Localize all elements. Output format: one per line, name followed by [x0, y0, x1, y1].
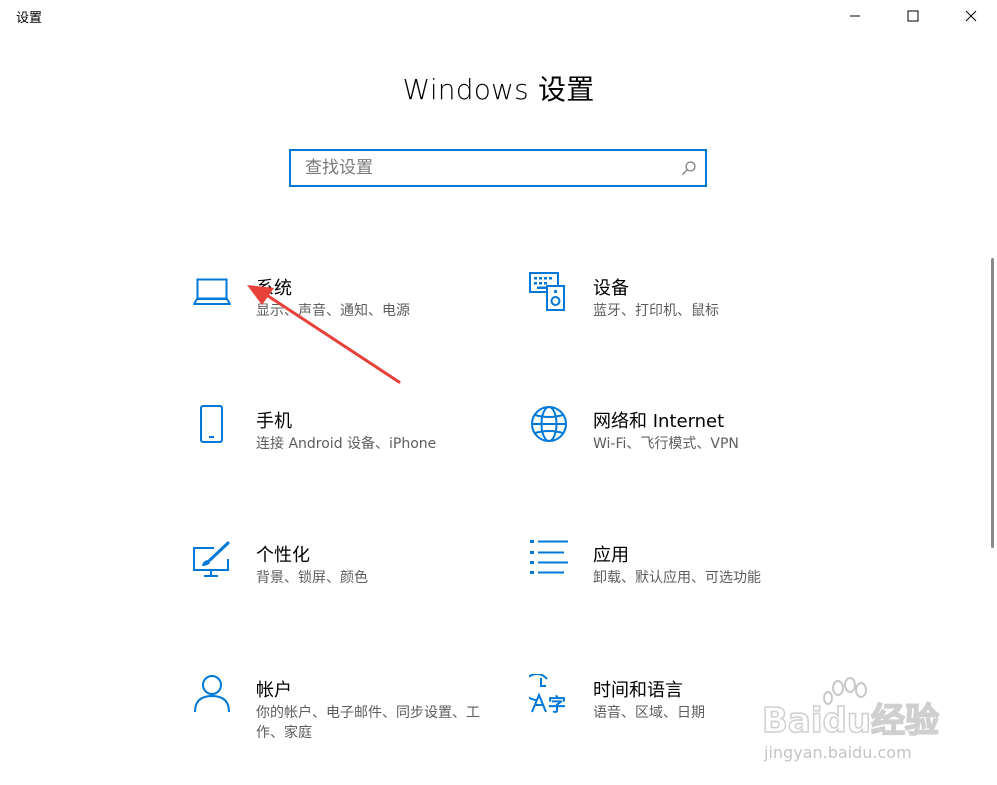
tile-phone-name: 手机 — [256, 411, 292, 432]
tile-network-name: 网络和 Internet — [593, 411, 725, 432]
tile-time-language-name: 时间和语言 — [593, 680, 683, 701]
app-list-icon — [530, 540, 568, 574]
tile-devices[interactable]: 设备 蓝牙、打印机、鼠标 — [529, 272, 849, 362]
globe-icon — [531, 406, 567, 442]
page-title: Windows 设置 — [402, 73, 595, 106]
minimize-button[interactable] — [832, 0, 878, 32]
tile-apps-desc: 卸载、默认应用、可选功能 — [593, 570, 761, 586]
vertical-scrollbar[interactable] — [991, 258, 994, 548]
window-title: 设置 — [16, 11, 43, 26]
close-button[interactable] — [948, 0, 994, 32]
tile-network-desc: Wi-Fi、飞行模式、VPN — [593, 436, 739, 452]
search-box[interactable] — [289, 149, 707, 187]
person-icon — [194, 675, 230, 713]
tile-personalization-desc: 背景、锁屏、颜色 — [256, 570, 368, 586]
tile-personalization[interactable]: 个性化 背景、锁屏、颜色 — [192, 539, 512, 629]
tile-apps-name: 应用 — [593, 545, 629, 566]
tile-accounts[interactable]: 帐户 你的帐户、电子邮件、同步设置、工作、家庭 — [192, 674, 512, 764]
svg-text:字: 字 — [548, 694, 566, 714]
tile-system[interactable]: 系统 显示、声音、通知、电源 — [192, 272, 512, 362]
search-icon[interactable] — [681, 160, 697, 176]
tile-phone[interactable]: 手机 连接 Android 设备、iPhone — [192, 405, 512, 495]
tile-time-language-desc: 语音、区域、日期 — [593, 705, 705, 721]
tile-personalization-name: 个性化 — [256, 545, 310, 566]
minimize-icon — [850, 15, 860, 17]
maximize-button[interactable] — [890, 0, 936, 32]
close-icon — [965, 10, 977, 22]
tile-apps[interactable]: 应用 卸载、默认应用、可选功能 — [529, 539, 849, 629]
tile-accounts-desc: 你的帐户、电子邮件、同步设置、工作、家庭 — [256, 705, 480, 741]
search-input[interactable] — [291, 151, 685, 185]
phone-icon — [200, 405, 223, 443]
tile-system-desc: 显示、声音、通知、电源 — [256, 303, 410, 319]
tile-devices-desc: 蓝牙、打印机、鼠标 — [593, 303, 719, 319]
tile-time-language[interactable]: 字 时间和语言 语音、区域、日期 — [529, 674, 849, 764]
annotation-arrow-icon — [247, 285, 401, 384]
title-bar: 设置 — [0, 0, 997, 32]
tile-network[interactable]: 网络和 Internet Wi-Fi、飞行模式、VPN — [529, 405, 849, 495]
laptop-icon — [193, 278, 231, 305]
keyboard-speaker-icon — [529, 272, 565, 311]
tile-devices-name: 设备 — [593, 278, 629, 299]
tile-system-name: 系统 — [256, 278, 292, 299]
tile-accounts-name: 帐户 — [256, 680, 292, 701]
paint-brush-icon — [193, 541, 230, 577]
time-language-icon: 字 — [529, 674, 566, 714]
maximize-icon — [907, 10, 919, 22]
tile-phone-desc: 连接 Android 设备、iPhone — [256, 436, 437, 452]
